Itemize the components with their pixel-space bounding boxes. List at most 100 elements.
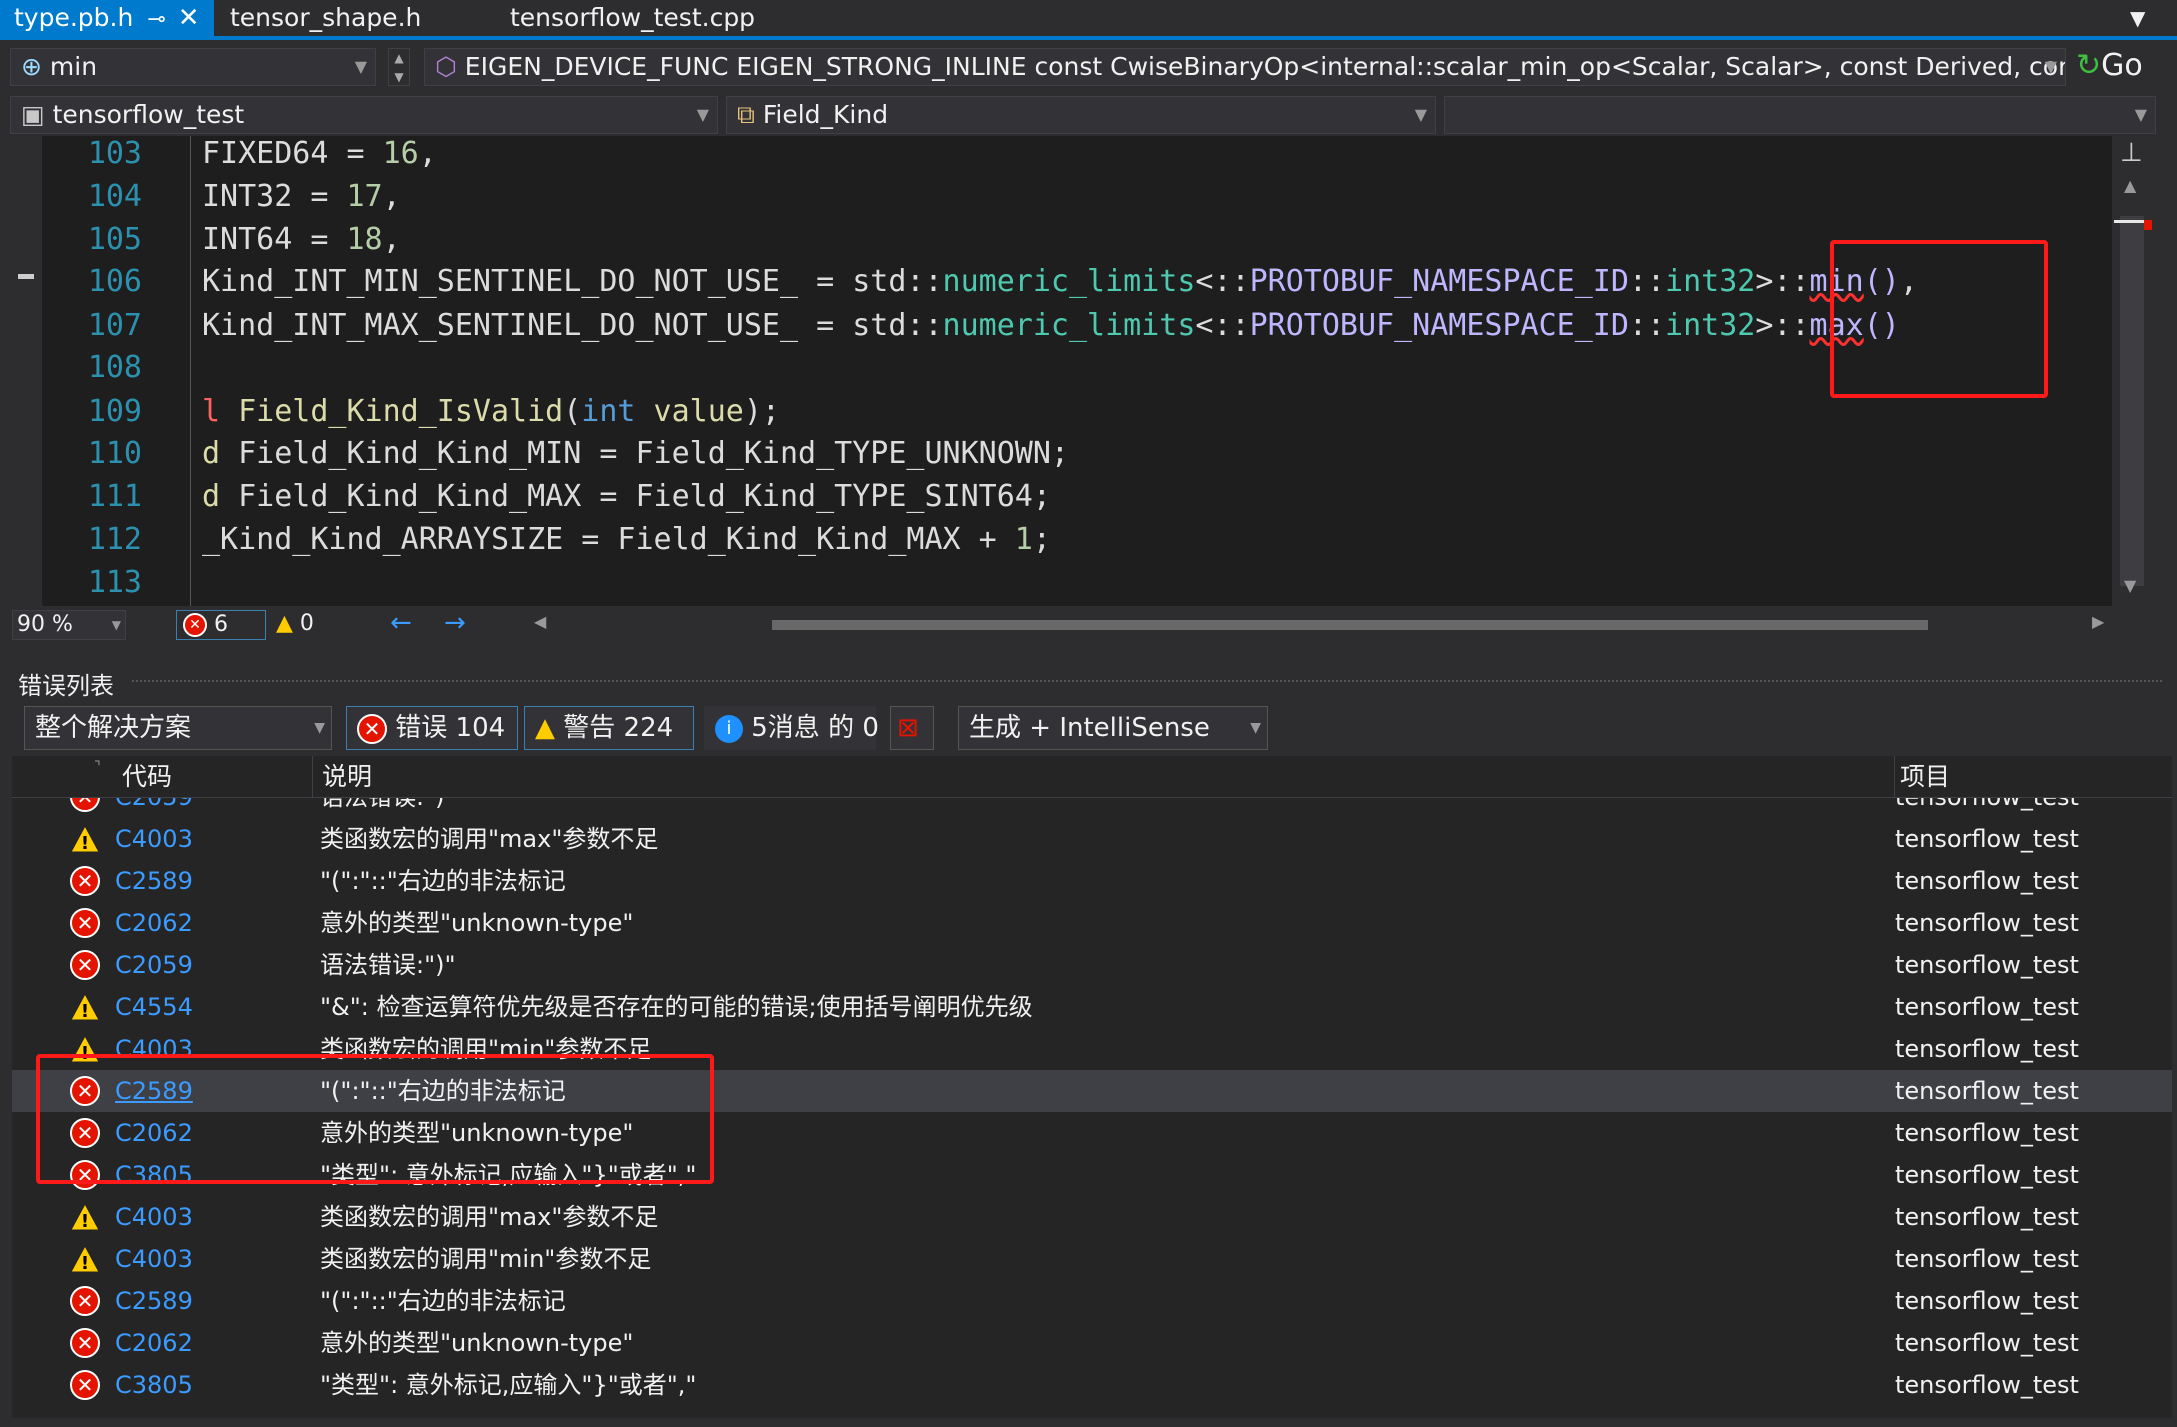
error-project: tensorflow_test xyxy=(1895,1035,2079,1063)
next-issue-icon[interactable]: → xyxy=(444,608,466,638)
member-combo[interactable]: ▼ xyxy=(1444,96,2156,134)
error-code-link[interactable]: C2062 xyxy=(115,902,193,944)
error-code-link[interactable]: C4003 xyxy=(115,1238,193,1280)
document-tab-bar: type.pb.h ⊸ ✕ tensor_shape.h tensorflow_te… xyxy=(0,0,2177,40)
tab-label: tensor_shape.h xyxy=(230,3,422,32)
scope-spinner[interactable]: ▲ ▼ xyxy=(388,48,410,86)
error-code-link[interactable]: C4003 xyxy=(115,1196,193,1238)
type-combo[interactable]: ⧉ Field_Kind ▼ xyxy=(726,96,1436,134)
warning-count-button[interactable]: ▲ 0 xyxy=(276,610,336,640)
pin-icon[interactable]: ⊸ xyxy=(147,7,165,32)
error-description: "&": 检查运算符优先级是否存在的可能的错误;使用括号阐明优先级 xyxy=(320,993,1033,1021)
error-list-toolbar: 整个解决方案 ▼ ✕ 错误 104 ▲ 警告 224 i 5消息 的 0 ⊠ 生… xyxy=(12,700,2172,756)
scroll-up-icon[interactable]: ▲ xyxy=(2124,176,2136,195)
error-list-header: 错误列表 xyxy=(12,660,2172,700)
split-window-icon[interactable]: ⊥ xyxy=(2120,138,2143,168)
warning-icon: ! xyxy=(70,992,100,1022)
clear-filter-button[interactable]: ⊠ xyxy=(890,706,934,750)
error-description: 意外的类型"unknown-type" xyxy=(320,1329,634,1357)
column-code[interactable]: 代码 xyxy=(122,756,172,798)
errors-filter-button[interactable]: ✕ 错误 104 xyxy=(346,706,518,750)
error-icon: ✕ xyxy=(70,950,100,980)
line-number: 110 xyxy=(87,436,142,471)
zoom-combo[interactable]: 90 % ▼ xyxy=(12,610,126,640)
vertical-scrollbar[interactable]: ⊥ ▲ ▼ xyxy=(2112,136,2152,606)
error-marker xyxy=(2144,220,2152,230)
project-icon: ▣ xyxy=(21,100,45,129)
scope-combo[interactable]: ⊕ min ▼ xyxy=(10,48,376,86)
close-icon[interactable]: ✕ xyxy=(178,3,200,33)
error-code-link[interactable]: C4003 xyxy=(115,818,193,860)
type-value: Field_Kind xyxy=(762,100,889,129)
build-filter-combo[interactable]: 生成 + IntelliSense ▼ xyxy=(958,706,1268,750)
errors-filter-label: 错误 104 xyxy=(395,713,506,743)
error-row[interactable]: ✕ C2059 语法错误:")" tensorflow_test xyxy=(12,798,2172,818)
code-line-111: d Field_Kind_Kind_MAX = Field_Kind_TYPE_… xyxy=(202,479,1051,514)
column-description[interactable]: 说明 xyxy=(322,756,372,798)
code-line-110: d Field_Kind_Kind_MIN = Field_Kind_TYPE_… xyxy=(202,436,1069,471)
svg-text:!: ! xyxy=(81,1253,89,1274)
messages-filter-button[interactable]: i 5消息 的 0 xyxy=(704,706,879,750)
tab-overflow-dropdown-icon[interactable]: ▼ xyxy=(2130,6,2145,30)
error-code-link[interactable]: C3805 xyxy=(115,1364,193,1406)
error-project: tensorflow_test xyxy=(1895,1119,2079,1147)
line-number: 111 xyxy=(87,479,142,514)
error-code-link[interactable]: C2589 xyxy=(115,1280,193,1322)
scroll-right-icon[interactable]: ▶ xyxy=(2092,612,2104,631)
code-line-105: INT64 = 18, xyxy=(202,222,401,257)
horizontal-scroll-thumb[interactable] xyxy=(772,620,1928,630)
error-project: tensorflow_test xyxy=(1895,1203,2079,1231)
line-number: 103 xyxy=(87,136,142,171)
error-icon: ✕ xyxy=(70,1370,100,1400)
error-row[interactable]: ! C4003 类函数宏的调用"max"参数不足 tensorflow_test xyxy=(12,818,2172,860)
error-row[interactable]: ! C4554 "&": 检查运算符优先级是否存在的可能的错误;使用括号阐明优先级 t… xyxy=(12,986,2172,1028)
scope-filter-combo[interactable]: 整个解决方案 ▼ xyxy=(24,706,332,750)
line-number: 112 xyxy=(87,522,142,557)
code-line-106: Kind_INT_MIN_SENTINEL_DO_NOT_USE_ = std:… xyxy=(202,264,1918,299)
scroll-left-icon[interactable]: ◀ xyxy=(534,612,546,631)
error-icon: ✕ xyxy=(70,1328,100,1358)
warnings-filter-button[interactable]: ▲ 警告 224 xyxy=(524,706,694,750)
warning-icon: ! xyxy=(70,824,100,854)
tab-tensor-shape-h[interactable]: tensor_shape.h xyxy=(216,0,435,36)
error-row[interactable]: ! C4003 类函数宏的调用"max"参数不足 tensorflow_test xyxy=(12,1196,2172,1238)
code-line-107: Kind_INT_MAX_SENTINEL_DO_NOT_USE_ = std:… xyxy=(202,308,1900,343)
scrollbar-track[interactable] xyxy=(2120,216,2144,586)
line-number: 104 xyxy=(87,179,142,214)
error-count: 6 xyxy=(214,612,228,637)
previous-issue-icon[interactable]: ← xyxy=(390,608,412,638)
error-row[interactable]: ✕ C2062 意外的类型"unknown-type" tensorflow_test xyxy=(12,902,2172,944)
error-row[interactable]: ✕ C2062 意外的类型"unknown-type" tensorflow_test xyxy=(12,1322,2172,1364)
sort-indicator-icon: ⌝ xyxy=(94,759,101,775)
project-value: tensorflow_test xyxy=(52,100,245,129)
scroll-down-icon[interactable]: ▼ xyxy=(2124,576,2136,595)
warning-count: 0 xyxy=(299,611,314,636)
go-button[interactable]: ↻Go xyxy=(2076,48,2172,86)
error-row[interactable]: ✕ C2059 语法错误:")" tensorflow_test xyxy=(12,944,2172,986)
scope-filter-value: 整个解决方案 xyxy=(35,713,192,743)
error-row[interactable]: ✕ C2589 "(":"::"右边的非法标记 tensorflow_test xyxy=(12,1280,2172,1322)
error-project: tensorflow_test xyxy=(1895,1329,2079,1357)
tab-tensorflow-test-cpp[interactable]: tensorflow_test.cpp xyxy=(496,0,769,36)
error-row[interactable]: ! C4003 类函数宏的调用"min"参数不足 tensorflow_test xyxy=(12,1238,2172,1280)
member-signature-combo[interactable]: ⬡ EIGEN_DEVICE_FUNC EIGEN_STRONG_INLINE … xyxy=(424,48,2066,86)
warning-icon: ! xyxy=(70,1202,100,1232)
warning-icon: ▲ xyxy=(535,713,555,743)
tab-type-pb-h[interactable]: type.pb.h ⊸ ✕ xyxy=(0,0,214,36)
error-code-link[interactable]: C2059 xyxy=(115,944,193,986)
error-row[interactable]: ✕ C2589 "(":"::"右边的非法标记 tensorflow_test xyxy=(12,860,2172,902)
column-project[interactable]: 项目 xyxy=(1900,756,1950,798)
error-row[interactable]: ✕ C3805 "类型": 意外标记,应输入"}"或者"," tensorflow_t… xyxy=(12,1364,2172,1406)
error-project: tensorflow_test xyxy=(1895,867,2079,895)
project-combo[interactable]: ▣ tensorflow_test ▼ xyxy=(10,96,718,134)
error-count-button[interactable]: ✕ 6 xyxy=(176,610,266,640)
svg-text:!: ! xyxy=(81,833,89,854)
error-code-link[interactable]: C2589 xyxy=(115,860,193,902)
error-project: tensorflow_test xyxy=(1895,1245,2079,1273)
error-code-link[interactable]: C4554 xyxy=(115,986,193,1028)
member-icon: ⬡ xyxy=(435,52,457,81)
error-code-link[interactable]: C2062 xyxy=(115,1322,193,1364)
code-line-103: FIXED64 = 16, xyxy=(202,136,437,171)
navigation-bar-2: ▣ tensorflow_test ▼ ⧉ Field_Kind ▼ ▼ xyxy=(0,94,2177,136)
error-code-link[interactable]: C2059 xyxy=(115,798,193,818)
